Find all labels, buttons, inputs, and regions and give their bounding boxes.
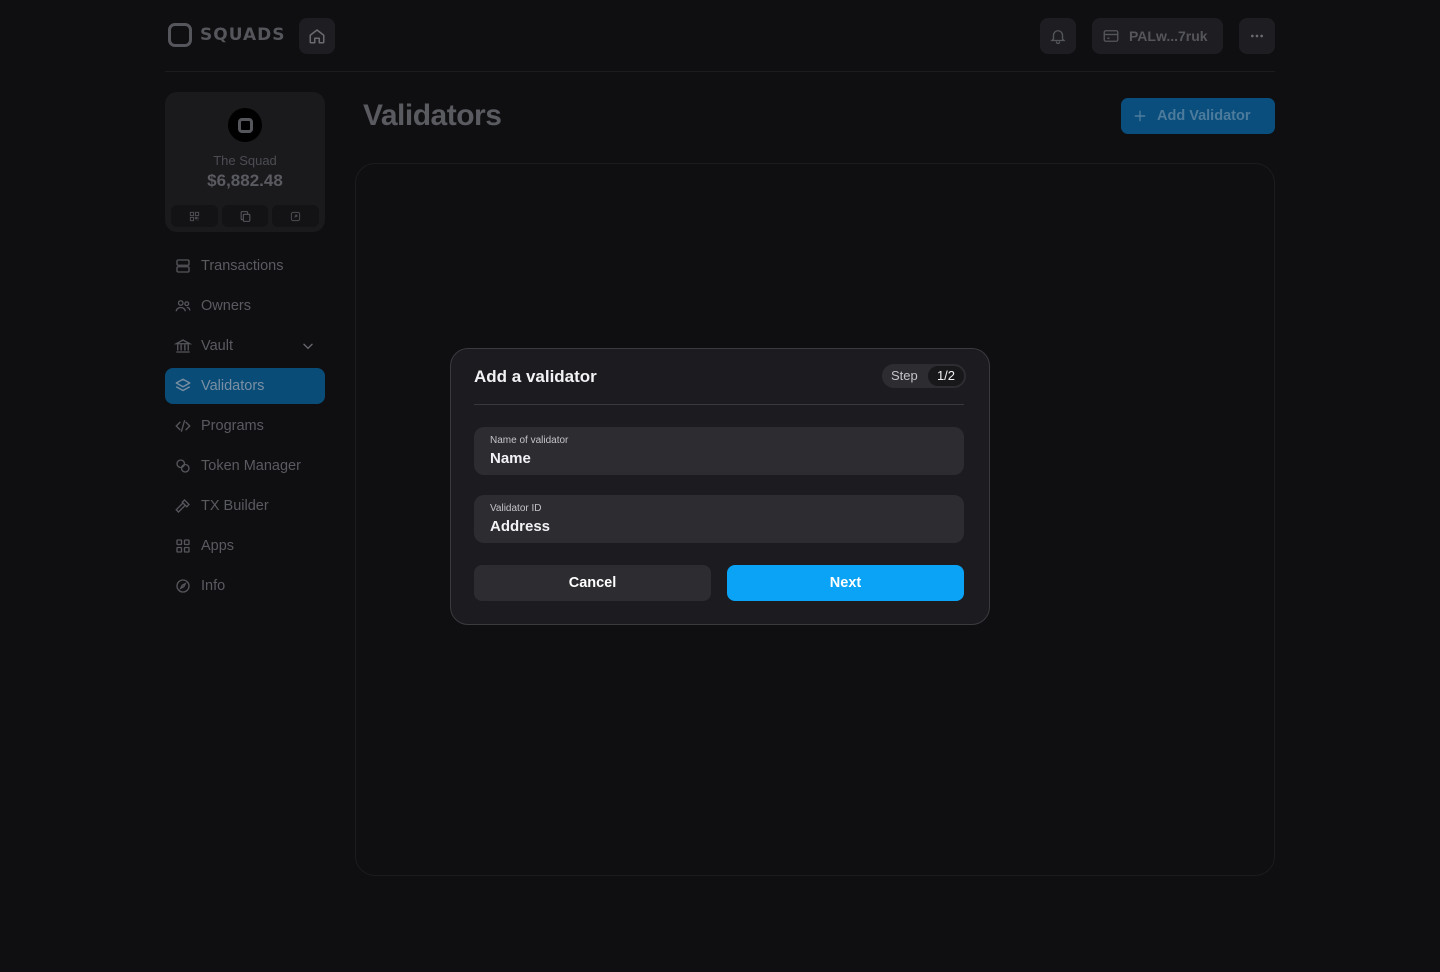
validators-icon — [174, 377, 192, 395]
copy-icon — [239, 210, 252, 223]
owners-icon — [174, 297, 192, 315]
sidebar-item-label: TX Builder — [201, 498, 269, 514]
squad-logo-mark — [237, 117, 253, 133]
squad-actions — [171, 205, 320, 227]
step-label: Step — [891, 368, 918, 383]
vault-icon — [174, 337, 192, 355]
sidebar-item-label: Transactions — [201, 258, 284, 274]
copy-address-button[interactable] — [221, 205, 269, 227]
chevron-down-icon[interactable] — [301, 339, 315, 353]
validator-id-label: Validator ID — [490, 503, 542, 514]
validator-name-field[interactable]: Name of validator — [474, 427, 964, 475]
add-validator-modal: Add a validator Step 1/2 Name of validat… — [450, 348, 990, 625]
sidebar-item-programs[interactable]: Programs — [165, 408, 325, 444]
step-indicator: Step 1/2 — [882, 364, 966, 388]
cancel-button[interactable]: Cancel — [474, 565, 711, 601]
add-validator-button[interactable]: Add Validator — [1121, 98, 1275, 134]
open-explorer-button[interactable] — [272, 205, 320, 227]
top-bar: SQUADS PALw...7ruk — [165, 18, 1275, 54]
home-icon — [308, 27, 326, 45]
sidebar-item-validators[interactable]: Validators — [165, 368, 325, 404]
top-divider — [165, 71, 1275, 72]
sidebar-nav: Transactions Owners Vault Validators Pro… — [165, 248, 325, 608]
validator-id-field[interactable]: Validator ID — [474, 495, 964, 543]
wallet-address: PALw...7ruk — [1129, 28, 1208, 44]
squad-balance: $6,882.48 — [207, 171, 283, 190]
modal-divider — [474, 404, 964, 405]
squad-name: The Squad — [213, 153, 277, 168]
plus-icon — [1133, 109, 1147, 123]
home-button[interactable] — [299, 18, 335, 54]
external-link-icon — [290, 211, 301, 222]
logo-text: SQUADS — [200, 25, 286, 45]
validator-id-input[interactable] — [490, 516, 950, 536]
squads-logo[interactable]: SQUADS — [168, 23, 286, 47]
squads-logo-mark — [168, 23, 192, 47]
sidebar-item-label: Info — [201, 578, 226, 594]
sidebar-item-label: Programs — [201, 418, 264, 434]
sidebar-item-owners[interactable]: Owners — [165, 288, 325, 324]
add-validator-label: Add Validator — [1157, 108, 1251, 124]
apps-icon — [174, 537, 192, 555]
step-count: 1/2 — [928, 366, 964, 386]
qr-code-button[interactable] — [171, 205, 218, 227]
qr-code-icon — [189, 211, 200, 222]
sidebar-item-label: Token Manager — [201, 458, 301, 474]
sidebar-item-vault[interactable]: Vault — [165, 328, 325, 364]
validator-name-input[interactable] — [490, 448, 950, 468]
coins-icon — [174, 457, 192, 475]
wallet-button[interactable]: PALw...7ruk — [1092, 18, 1223, 54]
sidebar-item-label: Validators — [201, 378, 265, 394]
validator-name-label: Name of validator — [490, 435, 569, 446]
code-icon — [174, 417, 192, 435]
more-horizontal-icon — [1249, 28, 1265, 44]
sidebar-item-tx-builder[interactable]: TX Builder — [165, 488, 325, 524]
notifications-button[interactable] — [1040, 18, 1076, 54]
sidebar-item-apps[interactable]: Apps — [165, 528, 325, 564]
sidebar-item-label: Vault — [201, 338, 233, 354]
more-options-button[interactable] — [1239, 18, 1275, 54]
sidebar-item-info[interactable]: Info — [165, 568, 325, 604]
sidebar-item-label: Owners — [201, 298, 251, 314]
hammer-icon — [174, 497, 192, 515]
sidebar-item-transactions[interactable]: Transactions — [165, 248, 325, 284]
squad-avatar — [228, 108, 262, 142]
modal-title: Add a validator — [474, 367, 597, 386]
compass-icon — [174, 577, 192, 595]
page-title: Validators — [363, 99, 502, 132]
wallet-icon — [1102, 27, 1120, 45]
next-button[interactable]: Next — [727, 565, 964, 601]
squad-card: The Squad $6,882.48 — [165, 92, 325, 232]
sidebar-item-label: Apps — [201, 538, 235, 554]
transactions-icon — [174, 257, 192, 275]
sidebar-item-token-manager[interactable]: Token Manager — [165, 448, 325, 484]
bell-icon — [1049, 27, 1067, 45]
